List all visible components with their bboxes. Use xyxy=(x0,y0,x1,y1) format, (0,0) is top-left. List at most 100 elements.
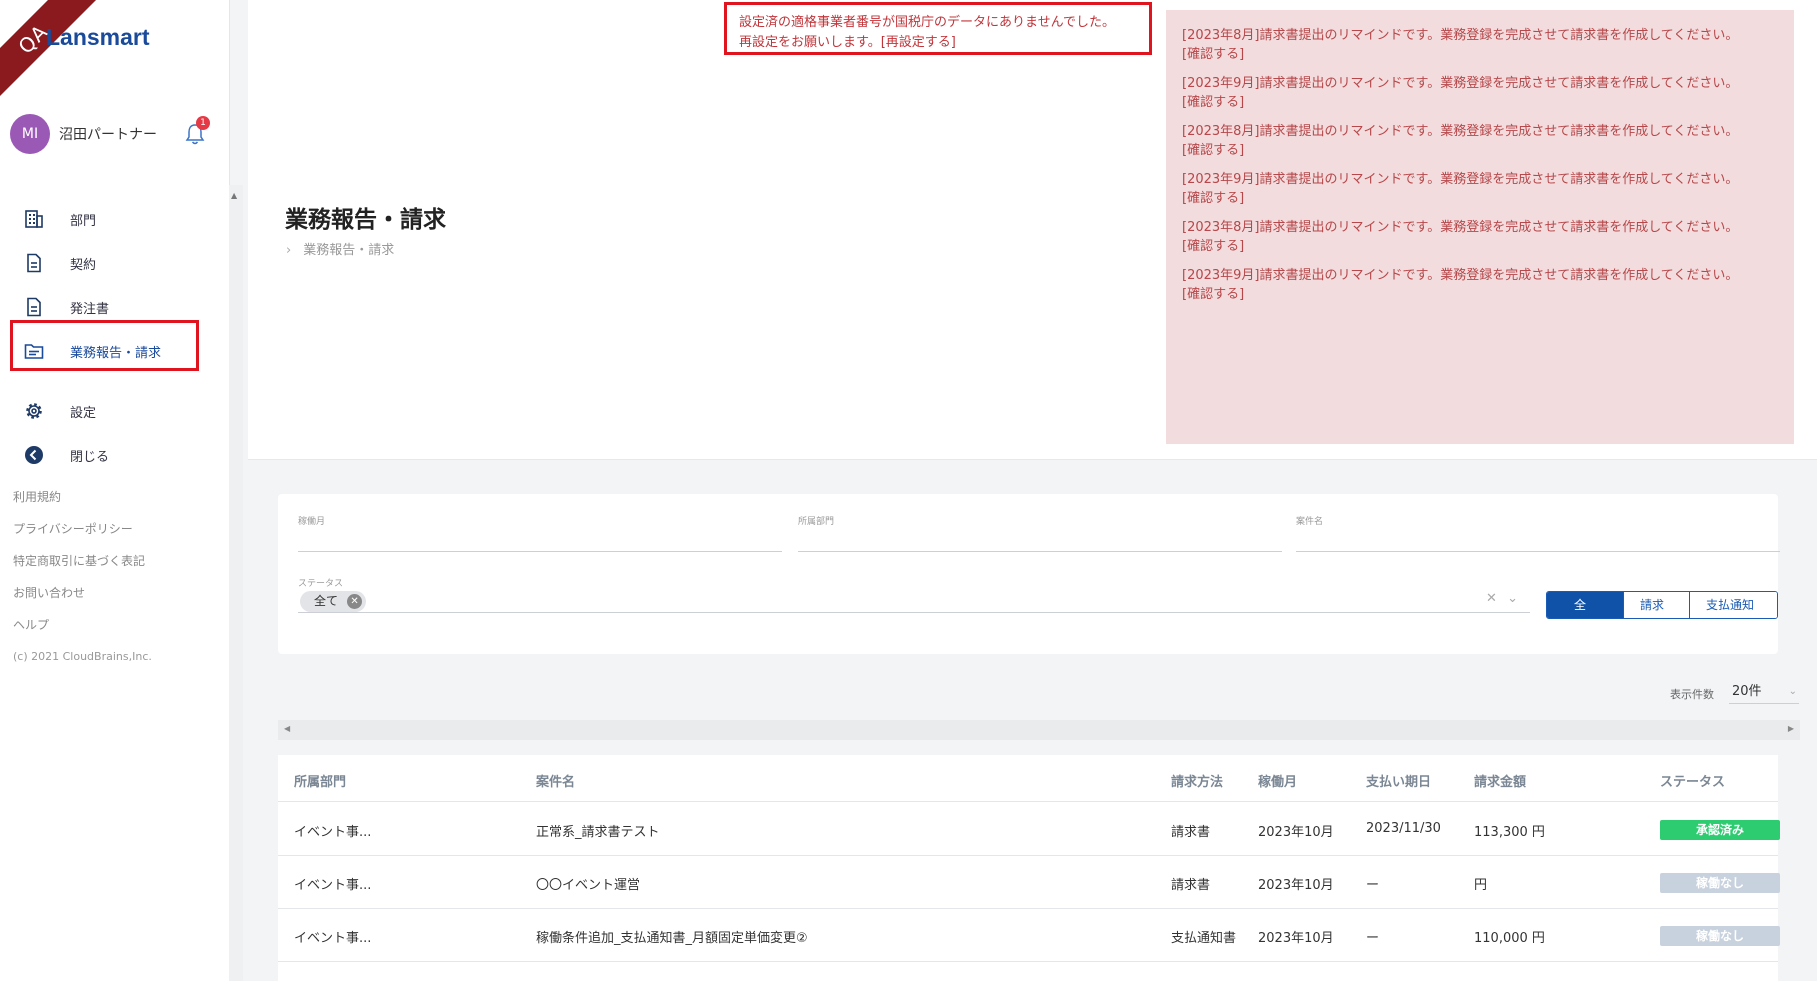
col-amount[interactable]: 請求金額 xyxy=(1474,771,1526,790)
terms-link[interactable]: 利用規約 xyxy=(13,486,152,518)
environment-ribbon: QA xyxy=(0,0,99,105)
reminder-item: [2023年9月]請求書提出のリマインドです。業務登録を完成させて請求書を作成し… xyxy=(1182,170,1778,208)
cell-case-name: 稼働条件追加_支払通知書_月額固定単価変更② xyxy=(536,931,808,946)
cell-due-date: ー xyxy=(1366,931,1380,946)
remove-chip-icon[interactable]: ✕ xyxy=(347,594,363,609)
chevron-right-icon: › xyxy=(286,243,292,258)
table-row[interactable]: イベント事... 正常系_請求書テスト 請求書 2023年10月 2023/11… xyxy=(278,803,1780,856)
page-size-value: 20件 xyxy=(1732,684,1762,699)
document-type-toggle: 全て 請求書 支払通知書 xyxy=(1546,591,1778,619)
sidebar-item-settings[interactable]: 設定 xyxy=(0,389,229,433)
scroll-up-arrow-icon[interactable]: ▲ xyxy=(231,191,237,200)
segment-payment-notice[interactable]: 支払通知書 xyxy=(1689,592,1777,618)
alert-line-1: 設定済の適格事業者番号が国税庁のデータにありませんでした。 xyxy=(739,15,1115,30)
invoice-number-alert: 設定済の適格事業者番号が国税庁のデータにありませんでした。 再設定をお願いします… xyxy=(724,2,1152,55)
table-row[interactable]: イベント事... 稼働条件追加_支払通知書_月額固定単価変更② 支払通知書 20… xyxy=(278,909,1780,962)
status-badge: 稼働なし xyxy=(1660,873,1780,893)
col-status[interactable]: ステータス xyxy=(1660,771,1725,790)
contact-link[interactable]: お問い合わせ xyxy=(13,582,152,614)
cell-billing-method: 支払通知書 xyxy=(1171,931,1237,946)
reminder-text: [2023年9月]請求書提出のリマインドです。業務登録を完成させて請求書を作成し… xyxy=(1182,268,1739,283)
footer-links: 利用規約 プライバシーポリシー 特定商取引に基づく表記 お問い合わせ ヘルプ (… xyxy=(13,486,152,678)
scroll-left-arrow-icon[interactable]: ◀ xyxy=(284,724,290,733)
reminder-panel: [2023年8月]請求書提出のリマインドです。業務登録を完成させて請求書を作成し… xyxy=(1166,10,1794,444)
reminder-item: [2023年8月]請求書提出のリマインドです。業務登録を完成させて請求書を作成し… xyxy=(1182,26,1778,64)
confirm-link[interactable]: [確認する] xyxy=(1182,189,1778,208)
user-info: MI 沼田パートナー 1 xyxy=(10,114,228,154)
confirm-link[interactable]: [確認する] xyxy=(1182,93,1778,112)
segment-all[interactable]: 全て xyxy=(1547,592,1623,618)
page-size-select[interactable]: 20件 ⌄ xyxy=(1729,680,1799,704)
sidebar-item-label: 部門 xyxy=(70,213,97,229)
cell-department: イベント事... xyxy=(294,825,372,840)
reminder-text: [2023年8月]請求書提出のリマインドです。業務登録を完成させて請求書を作成し… xyxy=(1182,124,1739,139)
cell-case-name: 〇〇イベント運営 xyxy=(536,878,641,893)
clear-icon[interactable]: ✕ xyxy=(1486,591,1497,606)
confirm-link[interactable]: [確認する] xyxy=(1182,285,1778,304)
chevron-down-icon: ⌄ xyxy=(1788,686,1797,697)
notification-count-badge: 1 xyxy=(196,116,210,130)
sidebar-item-label: 設定 xyxy=(70,405,97,421)
reminder-text: [2023年9月]請求書提出のリマインドです。業務登録を完成させて請求書を作成し… xyxy=(1182,172,1739,187)
breadcrumb: › 業務報告・請求 xyxy=(286,239,394,258)
status-select[interactable]: 全て ✕ ✕ ⌄ xyxy=(298,591,1530,613)
breadcrumb-item[interactable]: 業務報告・請求 xyxy=(303,243,394,258)
col-case-name[interactable]: 案件名 xyxy=(536,771,575,790)
segment-invoice[interactable]: 請求書 xyxy=(1623,592,1689,618)
cell-case-name: 正常系_請求書テスト xyxy=(536,825,660,840)
case-name-field[interactable]: 案件名 xyxy=(1296,514,1780,552)
page-size-label: 表示件数 xyxy=(1670,688,1714,701)
col-billing-method[interactable]: 請求方法 xyxy=(1171,771,1223,790)
app-logo[interactable]: Lansmart xyxy=(46,24,150,51)
help-link[interactable]: ヘルプ xyxy=(13,614,152,646)
reports-table: 所属部門 案件名 請求方法 稼働月 支払い期日 請求金額 ステータス イベント事… xyxy=(278,755,1780,981)
cell-work-month: 2023年10月 xyxy=(1258,931,1334,946)
sidebar-scrollbar[interactable]: ▲ xyxy=(229,185,243,981)
reminder-text: [2023年8月]請求書提出のリマインドです。業務登録を完成させて請求書を作成し… xyxy=(1182,28,1739,43)
scroll-right-arrow-icon[interactable]: ▶ xyxy=(1788,724,1794,733)
document-icon xyxy=(24,253,44,273)
reminder-text: [2023年8月]請求書提出のリマインドです。業務登録を完成させて請求書を作成し… xyxy=(1182,220,1739,235)
sidebar-item-contracts[interactable]: 契約 xyxy=(0,241,229,285)
sidebar: QA Lansmart MI 沼田パートナー 1 部門 契約 発注書 業務報告・… xyxy=(0,0,230,981)
commerce-law-link[interactable]: 特定商取引に基づく表記 xyxy=(13,550,152,582)
avatar[interactable]: MI xyxy=(10,114,50,154)
cell-due-date: ー xyxy=(1366,878,1380,893)
work-month-field[interactable]: 稼働月 xyxy=(298,514,782,552)
notification-button[interactable]: 1 xyxy=(184,116,210,146)
col-department[interactable]: 所属部門 xyxy=(294,771,346,790)
table-header: 所属部門 案件名 請求方法 稼働月 支払い期日 請求金額 ステータス xyxy=(278,755,1778,802)
document-icon xyxy=(24,297,44,317)
cell-amount: 113,300 円 xyxy=(1474,825,1545,840)
cell-amount: 円 xyxy=(1474,878,1488,893)
page-title: 業務報告・請求 xyxy=(285,207,446,233)
confirm-link[interactable]: [確認する] xyxy=(1182,45,1778,64)
cell-due-date: 2023/11/30 xyxy=(1366,821,1441,836)
work-month-label: 稼働月 xyxy=(298,517,326,527)
sidebar-item-departments[interactable]: 部門 xyxy=(0,197,229,241)
reminder-item: [2023年8月]請求書提出のリマインドです。業務登録を完成させて請求書を作成し… xyxy=(1182,122,1778,160)
select-controls: ✕ ⌄ xyxy=(1486,591,1518,606)
status-badge: 稼働なし xyxy=(1660,926,1780,946)
confirm-link[interactable]: [確認する] xyxy=(1182,237,1778,256)
filter-panel: 稼働月 所属部門 案件名 ステータス 全て ✕ ✕ ⌄ 全て 請求書 支払通知書 xyxy=(278,494,1780,654)
status-chip-label: 全て xyxy=(314,594,339,608)
status-label: ステータス xyxy=(298,579,344,589)
table-row[interactable]: イベント事... 〇〇イベント運営 請求書 2023年10月 ー 円 稼働なし xyxy=(278,856,1780,909)
sidebar-item-close[interactable]: 閉じる xyxy=(0,433,229,477)
chevron-down-icon[interactable]: ⌄ xyxy=(1507,591,1518,606)
privacy-link[interactable]: プライバシーポリシー xyxy=(13,518,152,550)
user-name: 沼田パートナー xyxy=(59,127,157,143)
active-item-highlight xyxy=(10,320,199,371)
cell-billing-method: 請求書 xyxy=(1171,825,1211,840)
alert-line-2[interactable]: 再設定をお願いします。[再設定する] xyxy=(739,33,1149,53)
confirm-link[interactable]: [確認する] xyxy=(1182,141,1778,160)
sidebar-item-label: 閉じる xyxy=(70,449,110,465)
department-field[interactable]: 所属部門 xyxy=(798,514,1282,552)
col-due-date[interactable]: 支払い期日 xyxy=(1366,771,1431,790)
cell-amount: 110,000 円 xyxy=(1474,931,1545,946)
gear-icon xyxy=(24,401,44,421)
table-horizontal-scrollbar[interactable]: ◀ ▶ xyxy=(278,720,1800,740)
col-work-month[interactable]: 稼働月 xyxy=(1258,771,1297,790)
